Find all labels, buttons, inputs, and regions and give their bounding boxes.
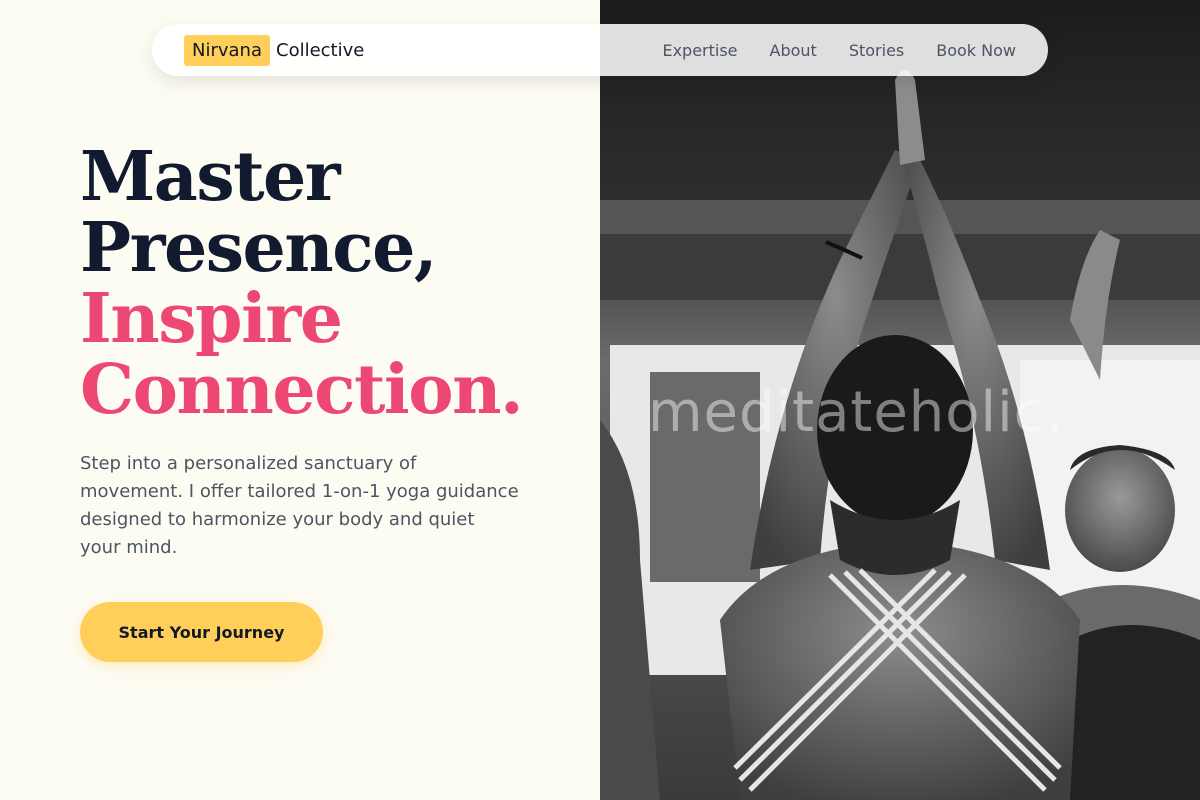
headline-line-4: Connection. (80, 350, 524, 430)
nav-links: Expertise About Stories Book Now (662, 24, 1016, 76)
brand-logo[interactable]: Nirvana Collective (184, 34, 364, 66)
logo-highlight: Nirvana (184, 34, 270, 66)
nav-link-about[interactable]: About (770, 41, 817, 60)
photo-watermark: meditateholic. (648, 380, 1065, 445)
hero-headline: Master Presence, Inspire Connection. (80, 142, 580, 426)
nav-link-expertise[interactable]: Expertise (662, 41, 737, 60)
headline-line-3: Inspire (80, 279, 343, 359)
top-navigation: Nirvana Collective Expertise About Stori… (152, 24, 1048, 76)
hero-description: Step into a personalized sanctuary of mo… (80, 453, 519, 558)
nav-link-stories[interactable]: Stories (849, 41, 904, 60)
headline-line-2: Presence, (80, 208, 438, 288)
nav-link-book-now[interactable]: Book Now (936, 41, 1016, 60)
start-journey-button[interactable]: Start Your Journey (80, 602, 323, 662)
hero-photo: meditateholic. (600, 0, 1200, 800)
headline-line-1: Master (80, 137, 341, 217)
logo-text: Collective (276, 39, 365, 61)
